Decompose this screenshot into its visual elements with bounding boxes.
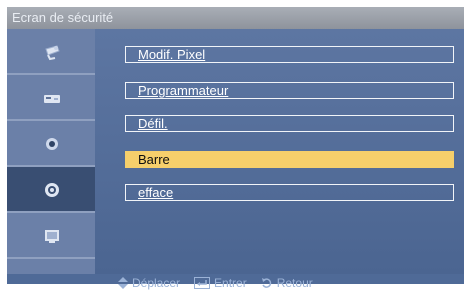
return-hint: Retour xyxy=(261,276,313,290)
footer-hints: Déplacer Entrer Retour xyxy=(118,275,313,291)
move-hint: Déplacer xyxy=(118,276,180,290)
enter-icon xyxy=(194,277,211,289)
enter-hint: Entrer xyxy=(194,276,247,290)
menu-item-barre[interactable]: Barre xyxy=(125,151,454,168)
sidebar-item-setup[interactable] xyxy=(7,121,95,167)
multi-control-icon xyxy=(45,230,59,243)
move-label: Déplacer xyxy=(132,276,181,290)
menu-item-label: Défil. xyxy=(138,116,168,131)
up-down-arrow-icon xyxy=(118,277,128,289)
enter-label: Entrer xyxy=(214,276,247,290)
menu-panel: Modif. Pixel Programmateur Défil. Barre … xyxy=(95,29,464,274)
return-label: Retour xyxy=(276,276,313,290)
return-icon xyxy=(261,278,271,288)
menu-item-label: Barre xyxy=(138,152,170,167)
menu-item-programmateur[interactable]: Programmateur xyxy=(125,82,454,99)
menu-item-label: Modif. Pixel xyxy=(138,47,206,62)
gear-icon xyxy=(45,183,59,197)
sidebar-item-sound[interactable] xyxy=(7,75,95,121)
menu-item-defil[interactable]: Défil. xyxy=(125,115,454,132)
sound-icon xyxy=(44,95,60,103)
sidebar-item-settings[interactable] xyxy=(7,167,95,213)
menu-item-label: Programmateur xyxy=(138,83,229,98)
setup-icon xyxy=(46,138,58,150)
picture-icon xyxy=(45,45,60,61)
menu-item-label: efface xyxy=(138,185,174,200)
sidebar-item-multi-control[interactable] xyxy=(7,213,95,259)
menu-item-efface[interactable]: efface xyxy=(125,184,454,201)
osd-window: Ecran de sécurité Modif. Pixel Programma… xyxy=(7,7,464,284)
menu-item-modif-pixel[interactable]: Modif. Pixel xyxy=(125,46,454,63)
osd-title: Ecran de sécurité xyxy=(7,7,464,29)
sidebar xyxy=(7,29,95,274)
sidebar-item-picture[interactable] xyxy=(7,29,95,75)
